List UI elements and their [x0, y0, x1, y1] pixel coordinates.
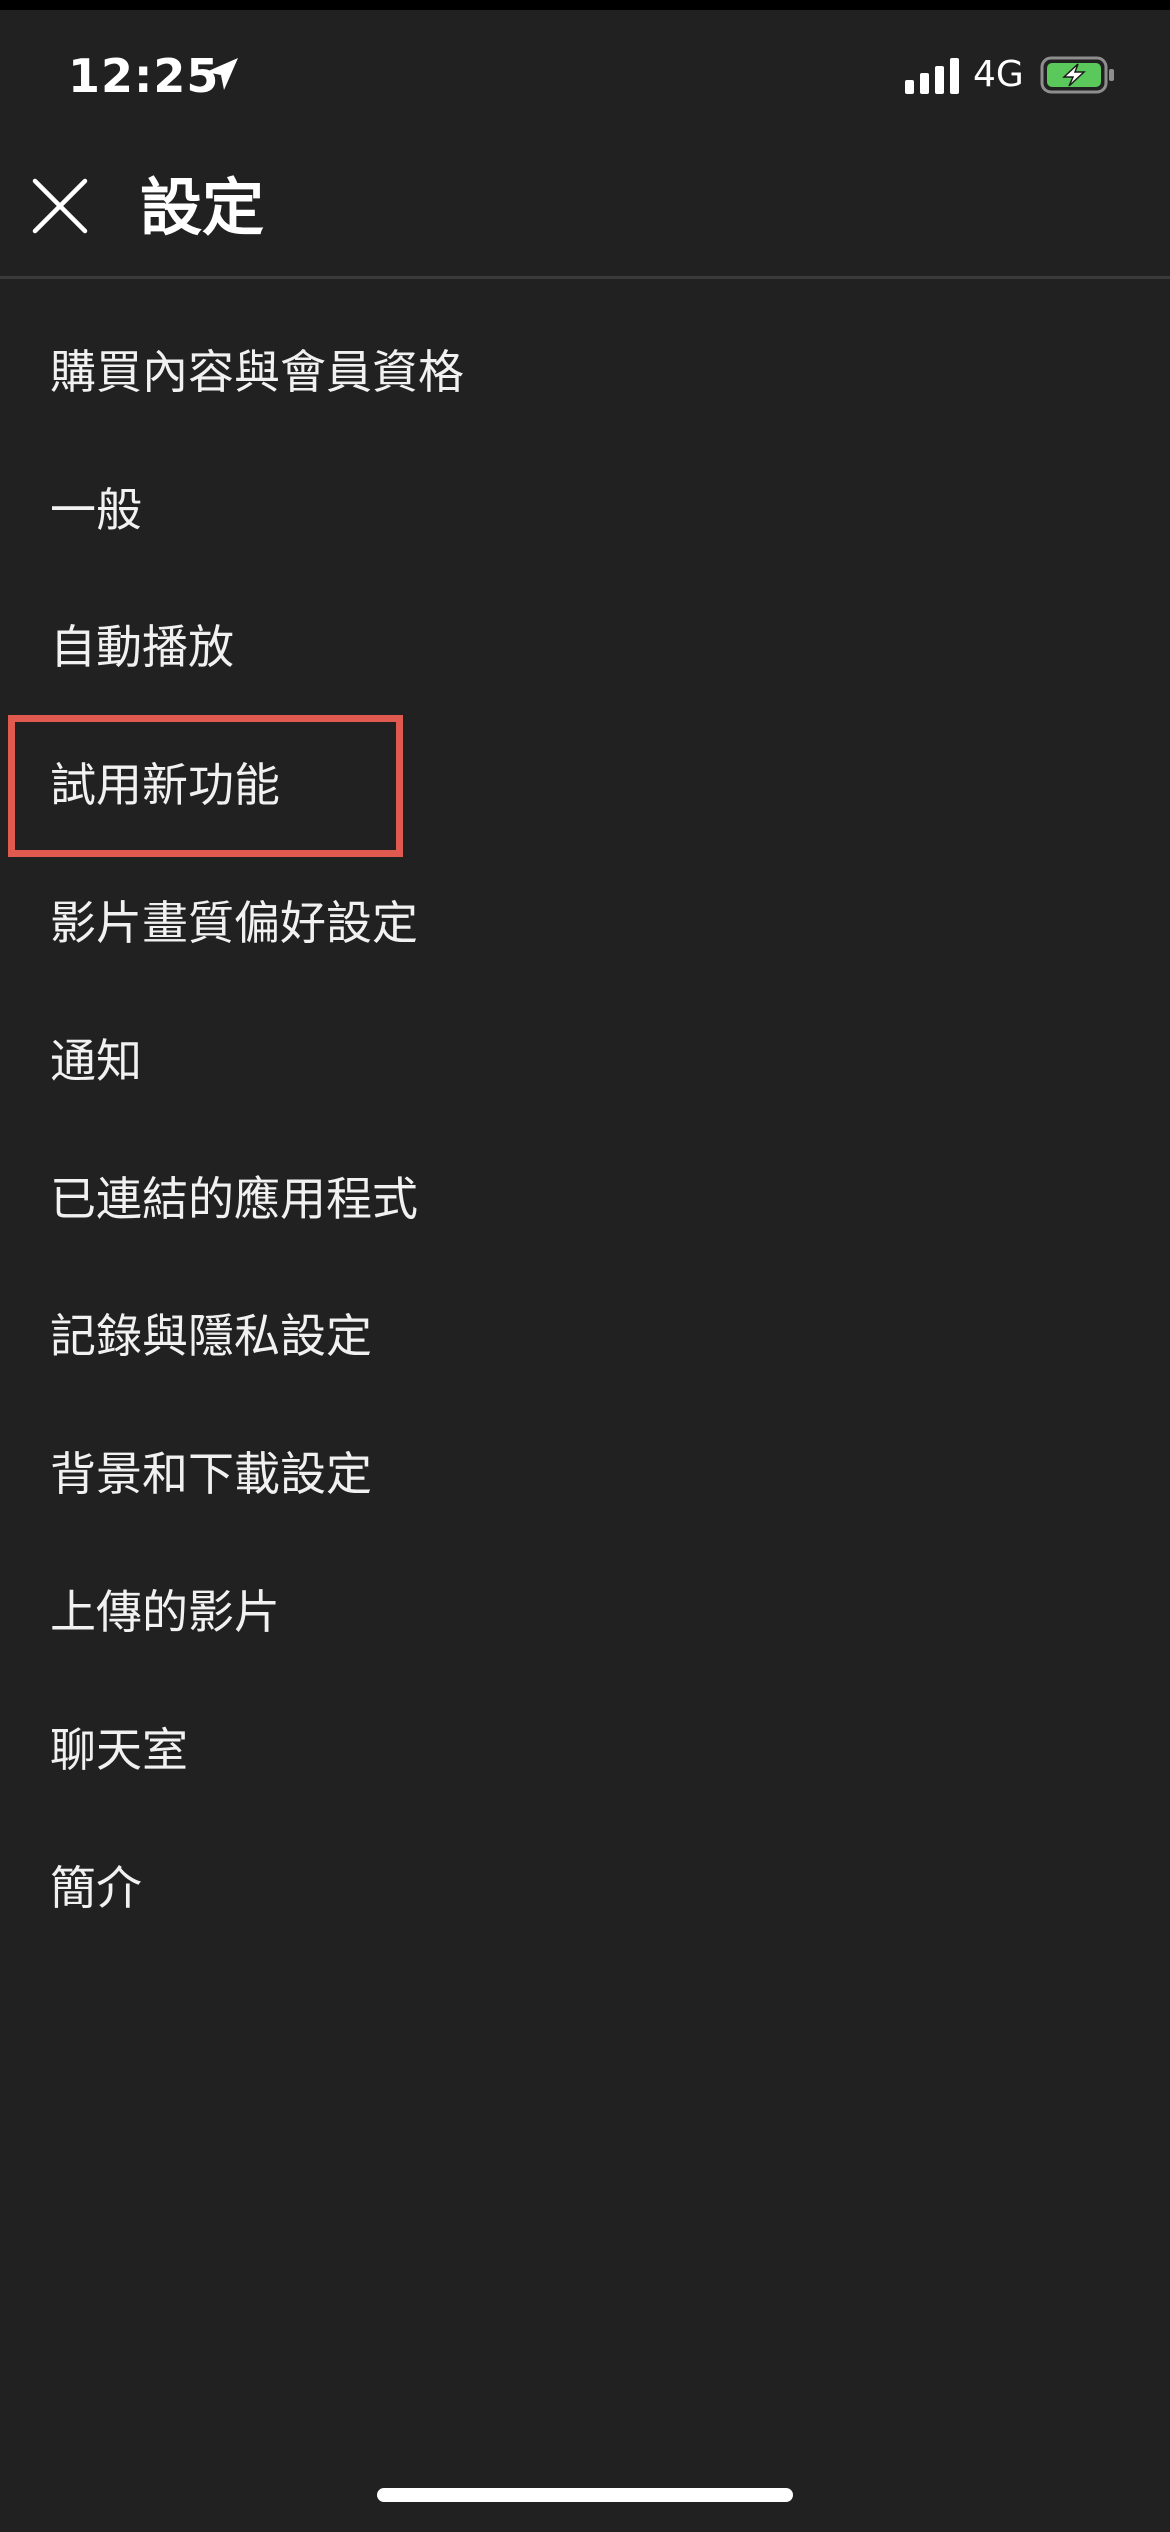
settings-menu: 購買內容與會員資格 一般 自動播放 試用新功能 影片畫質偏好設定 通知 已連結的… [0, 303, 1170, 1957]
menu-item-label: 影片畫質偏好設定 [50, 896, 418, 951]
location-arrow-icon [202, 54, 242, 94]
close-icon [32, 178, 88, 234]
menu-item-label: 一般 [50, 482, 142, 537]
status-time: 12:25 [68, 49, 220, 103]
menu-item-label: 自動播放 [50, 620, 234, 675]
menu-item-label: 簡介 [50, 1860, 142, 1915]
menu-item-history-privacy[interactable]: 記錄與隱私設定 [0, 1268, 1170, 1406]
battery-charging-icon [1040, 55, 1116, 95]
signal-strength-icon [905, 58, 959, 94]
menu-item-label: 購買內容與會員資格 [50, 344, 464, 399]
menu-item-try-new-features[interactable]: 試用新功能 [0, 716, 1170, 854]
page-title: 設定 [140, 171, 265, 244]
network-type-label: 4G [973, 54, 1024, 95]
menu-item-background-downloads[interactable]: 背景和下載設定 [0, 1405, 1170, 1543]
screen-top-edge [0, 0, 1170, 10]
menu-item-about[interactable]: 簡介 [0, 1819, 1170, 1957]
menu-item-autoplay[interactable]: 自動播放 [0, 579, 1170, 717]
settings-header: 設定 [0, 140, 1170, 279]
status-bar: 12:25 4G [0, 10, 1170, 140]
menu-item-label: 通知 [50, 1033, 142, 1088]
menu-item-connected-apps[interactable]: 已連結的應用程式 [0, 1130, 1170, 1268]
menu-item-label: 上傳的影片 [50, 1585, 280, 1640]
menu-item-label: 聊天室 [50, 1722, 188, 1777]
menu-item-chat[interactable]: 聊天室 [0, 1681, 1170, 1819]
menu-item-notifications[interactable]: 通知 [0, 992, 1170, 1130]
home-indicator[interactable] [377, 2488, 793, 2502]
menu-item-label: 背景和下載設定 [50, 1447, 372, 1502]
menu-item-label: 記錄與隱私設定 [50, 1309, 372, 1364]
menu-item-uploads[interactable]: 上傳的影片 [0, 1543, 1170, 1681]
close-button[interactable] [22, 168, 98, 244]
menu-item-video-quality[interactable]: 影片畫質偏好設定 [0, 854, 1170, 992]
menu-item-purchases-memberships[interactable]: 購買內容與會員資格 [0, 303, 1170, 441]
menu-item-label: 試用新功能 [50, 758, 280, 813]
menu-item-general[interactable]: 一般 [0, 441, 1170, 579]
menu-item-label: 已連結的應用程式 [50, 1171, 418, 1226]
